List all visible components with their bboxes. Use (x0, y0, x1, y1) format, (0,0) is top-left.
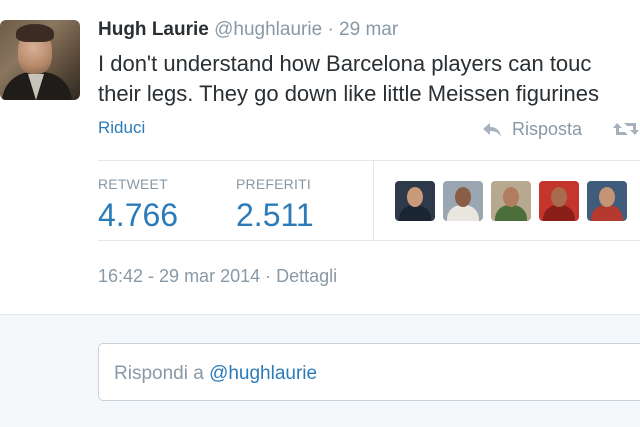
details-link[interactable]: Dettagli (276, 266, 337, 286)
favoriters-avatars (395, 181, 635, 221)
reply-placeholder-mention: @hughlaurie (209, 363, 318, 384)
reply-action[interactable]: Risposta (482, 119, 582, 140)
tweet-text-line-2: their legs. They go down like little Mei… (98, 81, 599, 106)
tweet-date[interactable]: 29 mar (339, 19, 398, 40)
timestamp-separator: · (265, 266, 272, 286)
reply-placeholder-prefix: Rispondi a (114, 363, 210, 384)
favoriter-avatar-head (599, 187, 615, 207)
tweet-text: I don't understand how Barcelona players… (98, 49, 640, 109)
header-separator: · (327, 19, 334, 40)
retweet-action[interactable] (612, 120, 640, 143)
divider-bottom (98, 240, 640, 241)
favorites-label[interactable]: PREFERITI (236, 176, 311, 192)
favoriter-avatar-body (399, 205, 431, 221)
favoriter-avatar[interactable] (587, 181, 627, 221)
favorites-count[interactable]: 2.511 (236, 197, 314, 234)
reply-icon (483, 122, 501, 137)
favoriter-avatar[interactable] (491, 181, 531, 221)
favoriter-avatar[interactable] (443, 181, 483, 221)
avatar-hair (16, 24, 54, 42)
favoriter-avatar-head (551, 187, 567, 207)
retweets-count[interactable]: 4.766 (98, 197, 178, 234)
tweet-permalink: Hugh Laurie @hughlaurie · 29 mar I don't… (0, 0, 640, 427)
author-username[interactable]: @hughlaurie (214, 19, 322, 40)
reply-area: Rispondi a @hughlaurie (0, 314, 640, 427)
reply-input[interactable]: Rispondi a @hughlaurie (98, 343, 640, 401)
collapse-link[interactable]: Riduci (98, 118, 145, 138)
favoriter-avatar-body (495, 205, 527, 221)
reply-placeholder: Rispondi a @hughlaurie (114, 363, 317, 385)
favoriter-avatar-head (455, 187, 471, 207)
favoriter-avatar[interactable] (539, 181, 579, 221)
favoriter-avatar-body (447, 205, 479, 221)
avatar[interactable] (0, 20, 80, 100)
tweet-timestamp: 16:42 - 29 mar 2014 · Dettagli (98, 266, 337, 287)
reply-action-label: Risposta (512, 119, 583, 139)
favoriter-avatar-head (503, 187, 519, 207)
tweet-header: Hugh Laurie @hughlaurie · 29 mar (98, 19, 398, 41)
retweets-label[interactable]: RETWEET (98, 176, 168, 192)
divider-top (98, 160, 640, 161)
stats-divider (373, 161, 374, 240)
timestamp-time: 16:42 - 29 mar 2014 (98, 266, 261, 286)
favoriter-avatar[interactable] (395, 181, 435, 221)
favoriter-avatar-head (407, 187, 423, 207)
favoriter-avatar-body (543, 205, 575, 221)
tweet-text-line-1: I don't understand how Barcelona players… (98, 51, 592, 76)
author-fullname[interactable]: Hugh Laurie (98, 19, 209, 40)
favoriter-avatar-body (591, 205, 623, 221)
retweet-icon (613, 123, 639, 135)
